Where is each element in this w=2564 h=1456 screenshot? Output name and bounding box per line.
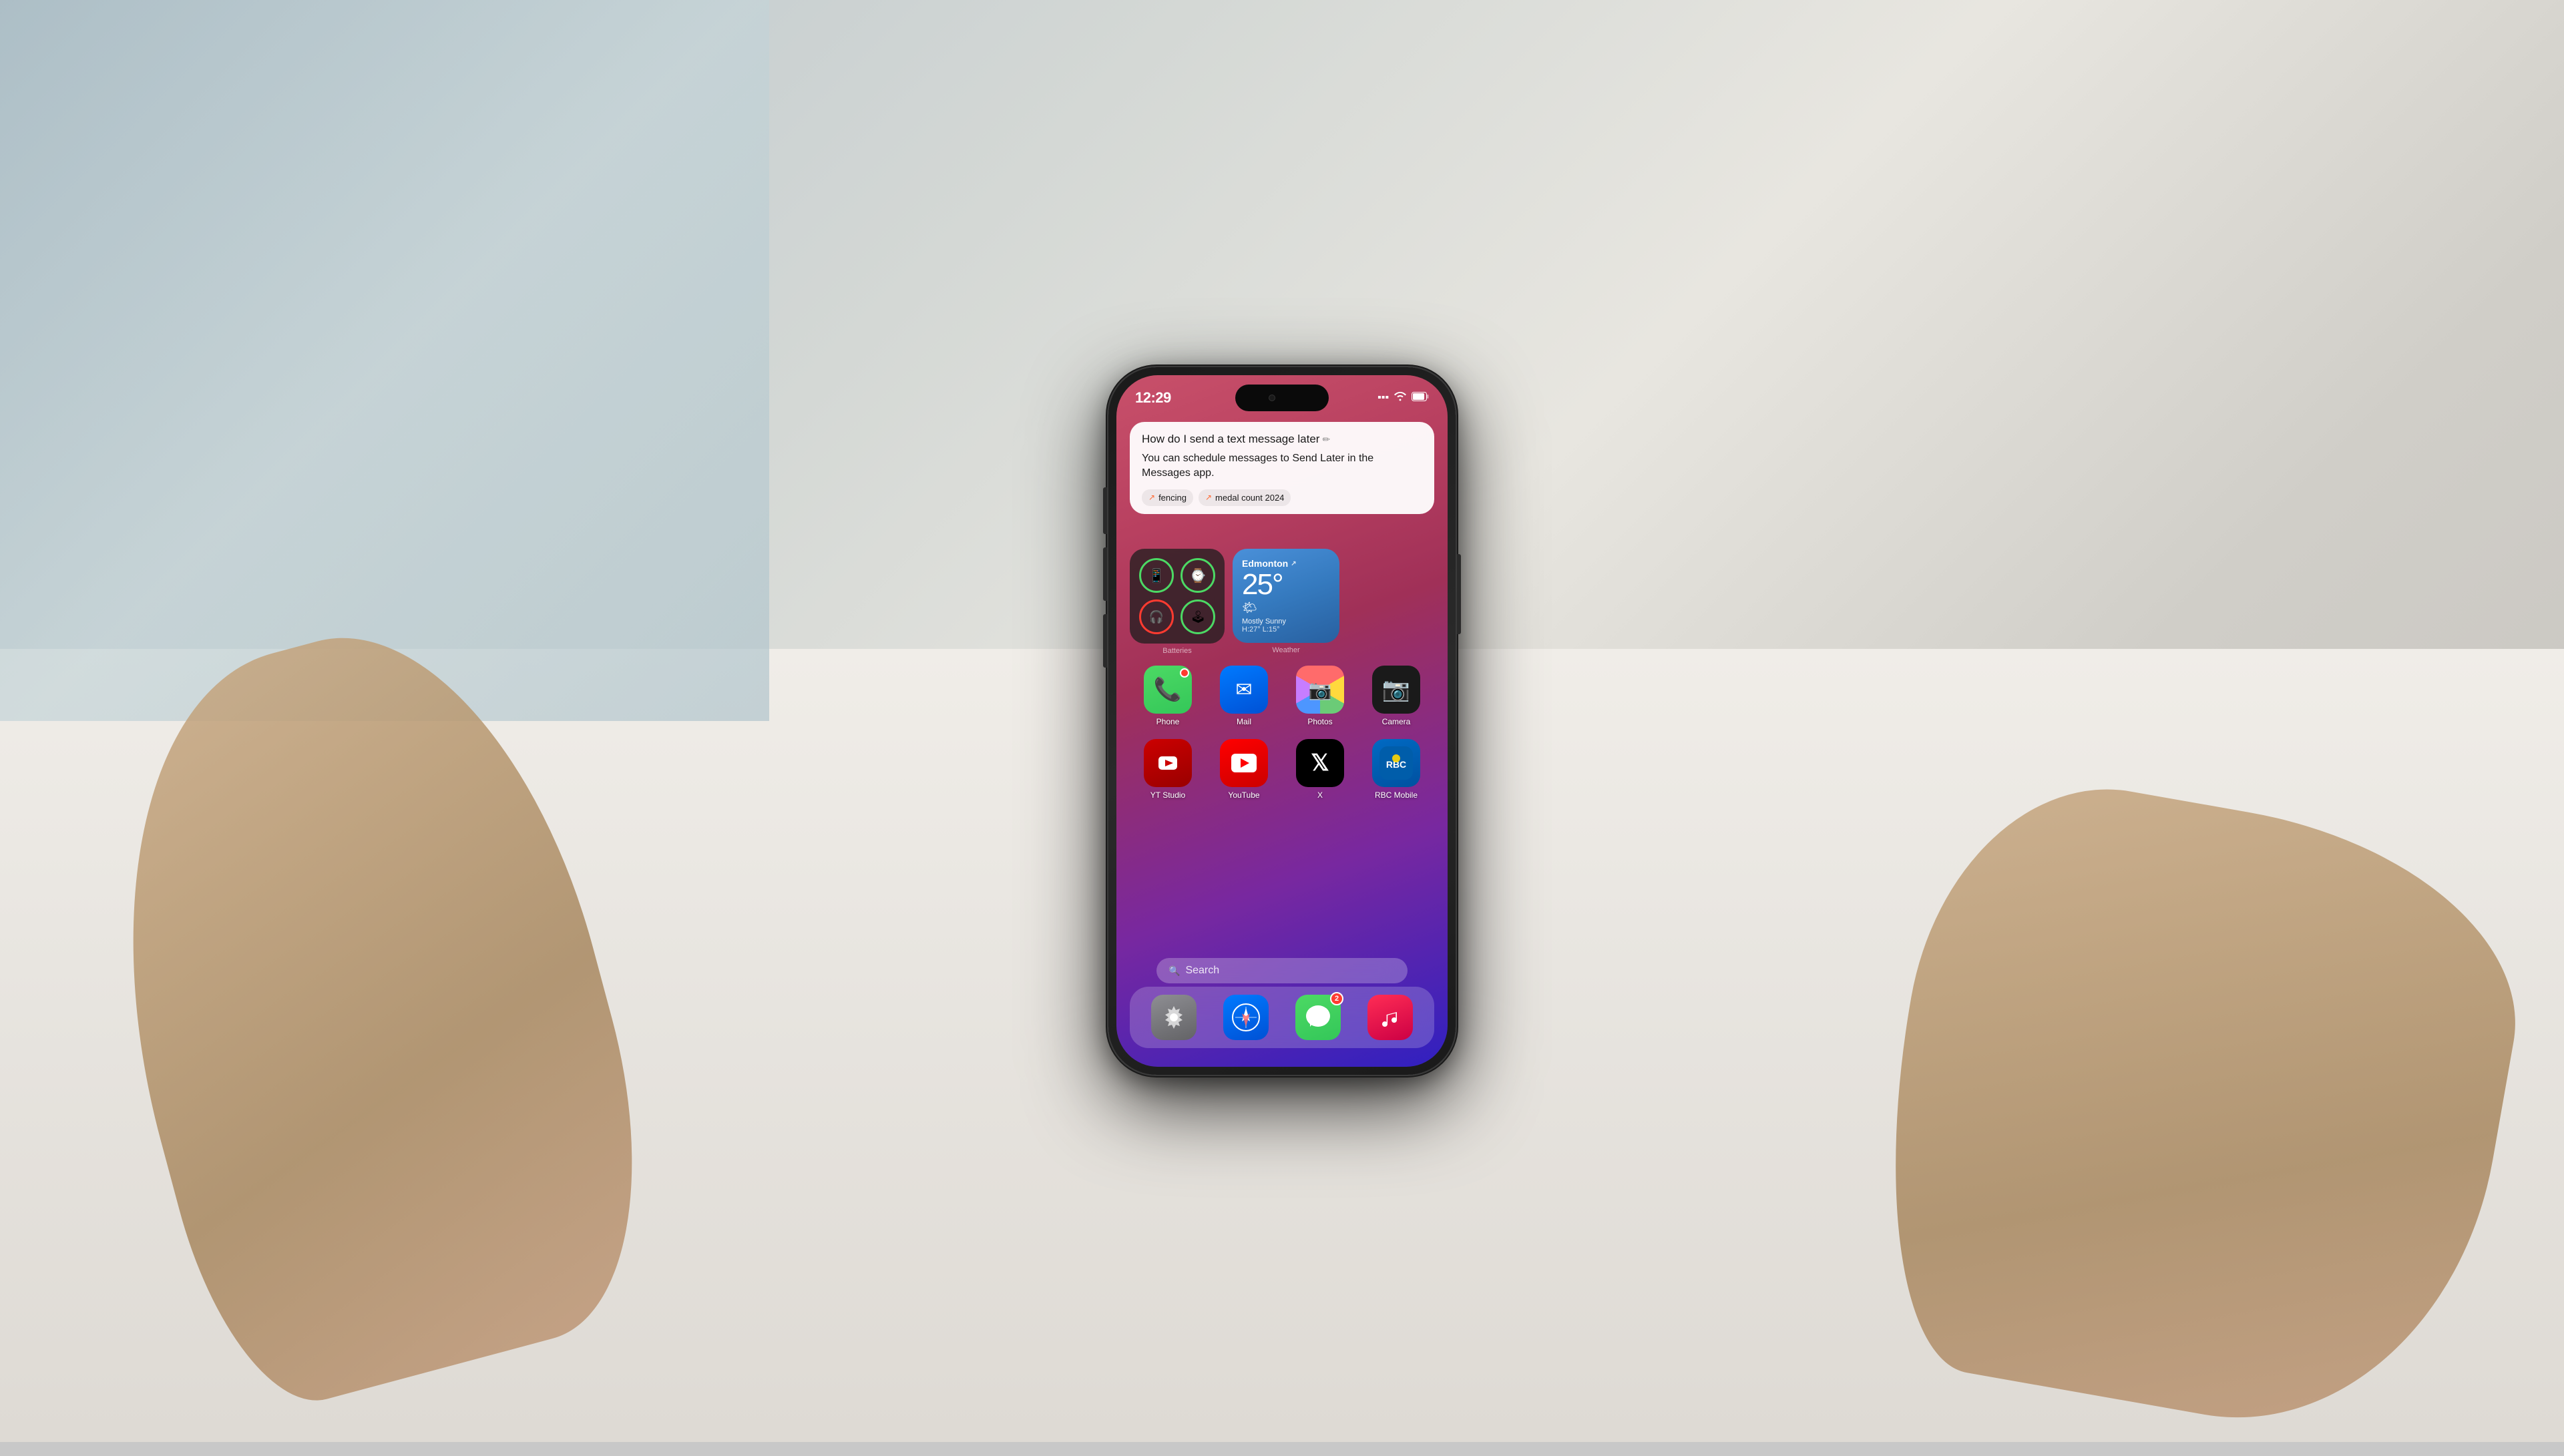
app-rbc-wrapper: RBC RBC Mobile — [1369, 739, 1423, 800]
music-app-icon[interactable] — [1367, 995, 1413, 1040]
weather-widget-container: Edmonton ↗ 25° 🌤 Mostly Sunny H:27° L:15… — [1233, 549, 1339, 655]
siri-suggestion-medal[interactable]: ↗ medal count 2024 — [1199, 489, 1291, 506]
volume-up-button[interactable] — [1103, 547, 1107, 601]
app-x-wrapper: 𝕏 X — [1293, 739, 1347, 800]
mail-app-label: Mail — [1237, 717, 1251, 726]
dock-safari-wrapper — [1219, 995, 1273, 1040]
window-area — [0, 0, 769, 721]
volume-down-button[interactable] — [1103, 614, 1107, 668]
weather-condition: Mostly Sunny — [1242, 618, 1330, 626]
wifi-icon — [1394, 392, 1406, 405]
battery-circle-controller: 🕹 — [1181, 599, 1215, 634]
weather-temperature: 25° — [1242, 569, 1330, 601]
settings-app-icon[interactable] — [1151, 995, 1197, 1040]
phone-app-icon[interactable]: 📞 — [1144, 666, 1192, 714]
app-phone-wrapper: 📞 Phone — [1141, 666, 1195, 726]
app-camera-wrapper: 📷 Camera — [1369, 666, 1423, 726]
mail-icon: ✉ — [1235, 678, 1252, 702]
safari-icon — [1231, 1003, 1261, 1032]
signal-icon: ▪▪▪ — [1377, 392, 1389, 404]
battery-item-phone: 📱 — [1139, 558, 1174, 593]
battery-item-controller: 🕹 — [1181, 599, 1215, 634]
mail-app-icon[interactable]: ✉ — [1220, 666, 1268, 714]
phone-icon: 📞 — [1154, 676, 1182, 703]
settings-icon — [1161, 1005, 1187, 1030]
batteries-widget[interactable]: 📱 ⌚ 🎧 — [1130, 549, 1225, 644]
messages-icon — [1305, 1004, 1331, 1031]
app-photos-wrapper: 📷 Photos — [1293, 666, 1347, 726]
rbc-icon: RBC — [1379, 746, 1413, 780]
weather-sun-icon: 🌤 — [1242, 601, 1330, 615]
youtube-icon — [1231, 754, 1257, 772]
siri-card[interactable]: How do I send a text message later ✏ You… — [1130, 422, 1434, 514]
dock-music-wrapper — [1363, 995, 1417, 1040]
app-mail-wrapper: ✉ Mail — [1217, 666, 1271, 726]
messages-badge: 2 — [1330, 992, 1343, 1005]
battery-circle-headphones: 🎧 — [1139, 599, 1174, 634]
photos-app-label: Photos — [1307, 717, 1332, 726]
camera-app-icon[interactable]: 📷 — [1372, 666, 1420, 714]
batteries-widget-container: 📱 ⌚ 🎧 — [1130, 549, 1225, 655]
batteries-label: Batteries — [1162, 647, 1191, 655]
messages-app-icon[interactable]: 2 — [1295, 995, 1341, 1040]
weather-city: Edmonton ↗ — [1242, 558, 1330, 569]
rbc-app-icon[interactable]: RBC — [1372, 739, 1420, 787]
search-label: Search — [1185, 965, 1219, 977]
app-row-2: YT Studio YouTube 𝕏 X — [1130, 739, 1434, 800]
pencil-icon: ✏ — [1322, 434, 1330, 445]
youtube-app-label: YouTube — [1228, 790, 1259, 800]
trending-icon-fencing: ↗ — [1148, 493, 1155, 502]
battery-item-watch: ⌚ — [1181, 558, 1215, 593]
dock: 2 — [1130, 987, 1434, 1048]
safari-app-icon[interactable] — [1223, 995, 1269, 1040]
x-app-icon[interactable]: 𝕏 — [1296, 739, 1344, 787]
location-arrow-icon: ↗ — [1291, 560, 1296, 567]
phone-frame: 12:29 ▪▪▪ — [1108, 367, 1456, 1075]
weather-label: Weather — [1272, 646, 1299, 654]
status-time: 12:29 — [1135, 389, 1171, 407]
battery-icon — [1412, 392, 1429, 405]
phone-badge — [1180, 668, 1189, 678]
camera-icon: 📷 — [1382, 676, 1410, 703]
x-icon: 𝕏 — [1311, 750, 1329, 776]
camera-app-label: Camera — [1382, 717, 1411, 726]
youtube-app-icon[interactable] — [1220, 739, 1268, 787]
batteries-grid: 📱 ⌚ 🎧 — [1139, 558, 1215, 634]
ytstudio-icon — [1156, 751, 1180, 775]
dynamic-island — [1235, 385, 1329, 411]
photos-icon: 📷 — [1309, 679, 1332, 701]
app-ytstudio-wrapper: YT Studio — [1141, 739, 1195, 800]
phone-screen: 12:29 ▪▪▪ — [1116, 375, 1448, 1067]
status-icons: ▪▪▪ — [1377, 392, 1429, 405]
search-bar[interactable]: 🔍 Search — [1156, 958, 1408, 983]
ytstudio-app-icon[interactable] — [1144, 739, 1192, 787]
dock-settings-wrapper — [1147, 995, 1201, 1040]
widgets-row: 📱 ⌚ 🎧 — [1130, 549, 1434, 655]
siri-question: How do I send a text message later ✏ — [1142, 433, 1422, 446]
weather-widget[interactable]: Edmonton ↗ 25° 🌤 Mostly Sunny H:27° L:15… — [1233, 549, 1339, 643]
camera-dot — [1269, 395, 1275, 401]
phone-app-label: Phone — [1156, 717, 1180, 726]
siri-suggestions: ↗ fencing ↗ medal count 2024 — [1142, 489, 1422, 506]
photos-app-icon[interactable]: 📷 — [1296, 666, 1344, 714]
dock-messages-wrapper: 2 — [1291, 995, 1345, 1040]
siri-answer: You can schedule messages to Send Later … — [1142, 451, 1422, 481]
app-youtube-wrapper: YouTube — [1217, 739, 1271, 800]
music-icon — [1378, 1005, 1402, 1029]
rbc-app-label: RBC Mobile — [1375, 790, 1418, 800]
power-button[interactable] — [1457, 554, 1461, 634]
ytstudio-app-label: YT Studio — [1150, 790, 1185, 800]
battery-circle-phone: 📱 — [1139, 558, 1174, 593]
trending-icon-medal: ↗ — [1205, 493, 1212, 502]
siri-suggestion-fencing[interactable]: ↗ fencing — [1142, 489, 1193, 506]
x-app-label: X — [1317, 790, 1323, 800]
weather-hi-lo: H:27° L:15° — [1242, 626, 1330, 634]
battery-circle-watch: ⌚ — [1181, 558, 1215, 593]
battery-item-headphones: 🎧 — [1139, 599, 1174, 634]
search-icon: 🔍 — [1168, 965, 1180, 977]
app-row-1: 📞 Phone ✉ Mail 📷 Photos — [1130, 666, 1434, 726]
